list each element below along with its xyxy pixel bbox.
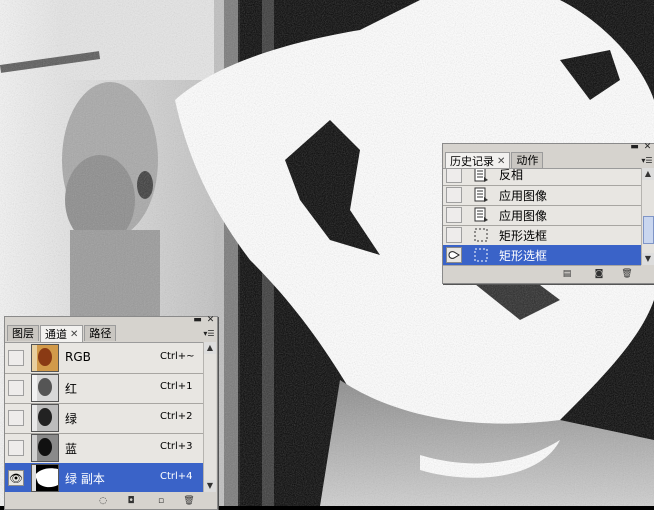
tab-close-icon[interactable]: ✕: [70, 327, 78, 342]
channel-name: RGB: [65, 350, 91, 364]
visibility-toggle[interactable]: [8, 440, 24, 456]
channel-thumbnail: [31, 374, 59, 402]
trash-icon[interactable]: 🗑: [183, 496, 195, 507]
channel-shortcut: Ctrl+3: [160, 441, 193, 452]
channel-thumbnail: [31, 344, 59, 372]
history-item-label: 反相: [499, 168, 524, 182]
tab-paths[interactable]: 路径: [84, 325, 117, 341]
history-panel-footer: ▤ ◙ 🗑: [443, 266, 654, 283]
history-item-selected[interactable]: 矩形选框: [443, 245, 641, 266]
channel-thumbnail: [31, 404, 59, 432]
channel-row[interactable]: 蓝 Ctrl+3: [5, 433, 203, 464]
channel-row[interactable]: 绿 Ctrl+2: [5, 403, 203, 434]
history-panel-tabs: 历史记录 ✕ 动作: [445, 152, 544, 169]
minimize-icon[interactable]: ▬: [630, 143, 639, 152]
new-document-from-state-icon[interactable]: ▤: [561, 269, 573, 280]
history-brush-icon[interactable]: [446, 247, 462, 263]
visibility-toggle[interactable]: [8, 350, 24, 366]
close-icon[interactable]: ✕: [643, 143, 652, 152]
tab-close-icon[interactable]: ✕: [497, 154, 505, 169]
tab-history-label: 历史记录: [450, 154, 494, 168]
scroll-up-icon[interactable]: ▲: [642, 168, 654, 180]
tab-paths-label: 路径: [89, 327, 112, 340]
scroll-down-icon[interactable]: ▼: [204, 480, 216, 492]
channels-panel-footer: ◌ ◘ ▫ 🗑: [5, 492, 217, 509]
tab-history[interactable]: 历史记录 ✕: [445, 152, 511, 169]
tab-actions-label: 动作: [516, 154, 539, 167]
channels-scrollbar[interactable]: ▲ ▼: [203, 342, 216, 492]
scroll-thumb[interactable]: [643, 216, 654, 244]
channel-shortcut: Ctrl+2: [160, 411, 193, 422]
marquee-icon: [474, 228, 488, 242]
tab-channels-label: 通道: [45, 327, 67, 341]
history-state-icon: [474, 187, 488, 202]
panel-menu-icon[interactable]: ▾☰: [641, 156, 653, 166]
history-item-label: 应用图像: [499, 209, 548, 223]
new-channel-icon[interactable]: ▫: [155, 496, 167, 507]
scroll-up-icon[interactable]: ▲: [204, 342, 216, 354]
channel-thumbnail: [31, 464, 59, 492]
channel-shortcut: Ctrl+4: [160, 471, 193, 482]
snapshot-source-box[interactable]: [446, 207, 462, 223]
tab-layers-label: 图层: [12, 327, 34, 340]
channels-panel: ▬ ✕ 图层 通道 ✕ 路径 ▾☰ RGB Ctrl+~ 红 Ctrl+1 绿 …: [4, 316, 218, 510]
scroll-down-icon[interactable]: ▼: [642, 253, 654, 265]
snapshot-source-box[interactable]: [446, 169, 462, 183]
channel-name: 蓝: [65, 442, 78, 456]
trash-icon[interactable]: 🗑: [621, 269, 633, 280]
save-selection-icon[interactable]: ◘: [125, 496, 137, 507]
new-snapshot-icon[interactable]: ◙: [593, 269, 605, 280]
eye-icon[interactable]: 👁: [8, 470, 24, 486]
channel-thumbnail: [31, 434, 59, 462]
marquee-icon: [474, 248, 488, 262]
channel-name: 红: [65, 382, 78, 396]
snapshot-source-box[interactable]: [446, 227, 462, 243]
history-item-label: 矩形选框: [499, 249, 548, 263]
channels-panel-titlebar[interactable]: [5, 317, 217, 324]
channel-row[interactable]: RGB Ctrl+~: [5, 343, 203, 374]
load-selection-icon[interactable]: ◌: [97, 496, 109, 507]
channel-shortcut: Ctrl+~: [160, 351, 195, 362]
minimize-icon[interactable]: ▬: [193, 316, 202, 325]
snapshot-source-box[interactable]: [446, 187, 462, 203]
channel-row-selected[interactable]: 👁 绿 副本 Ctrl+4: [5, 463, 203, 493]
history-panel: ▬ ✕ 历史记录 ✕ 动作 ▾☰ 反相 应用图像 应用图像 矩形选框 矩形选框 …: [442, 143, 654, 284]
history-item-label: 应用图像: [499, 189, 548, 203]
channels-panel-tabs: 图层 通道 ✕ 路径: [7, 325, 117, 342]
history-item-label: 矩形选框: [499, 229, 548, 243]
history-item[interactable]: 反相: [443, 168, 641, 186]
channel-name: 绿: [65, 412, 78, 426]
history-list: 反相 应用图像 应用图像 矩形选框 矩形选框: [443, 168, 641, 266]
panel-menu-icon[interactable]: ▾☰: [203, 329, 215, 339]
tab-actions[interactable]: 动作: [511, 152, 544, 168]
tab-channels[interactable]: 通道 ✕: [40, 325, 84, 342]
history-state-icon: [474, 169, 488, 182]
history-panel-titlebar[interactable]: [443, 144, 654, 151]
history-item[interactable]: 应用图像: [443, 185, 641, 206]
channels-list: RGB Ctrl+~ 红 Ctrl+1 绿 Ctrl+2 蓝 Ctrl+3 👁 …: [5, 342, 203, 493]
channel-shortcut: Ctrl+1: [160, 381, 193, 392]
channel-name: 绿 副本: [65, 472, 105, 486]
history-state-icon: [474, 207, 488, 222]
tab-layers[interactable]: 图层: [7, 325, 39, 341]
history-item[interactable]: 矩形选框: [443, 225, 641, 246]
history-scrollbar[interactable]: ▲ ▼: [641, 168, 654, 265]
close-icon[interactable]: ✕: [206, 316, 215, 325]
visibility-toggle[interactable]: [8, 380, 24, 396]
channel-row[interactable]: 红 Ctrl+1: [5, 373, 203, 404]
visibility-toggle[interactable]: [8, 410, 24, 426]
history-item[interactable]: 应用图像: [443, 205, 641, 226]
